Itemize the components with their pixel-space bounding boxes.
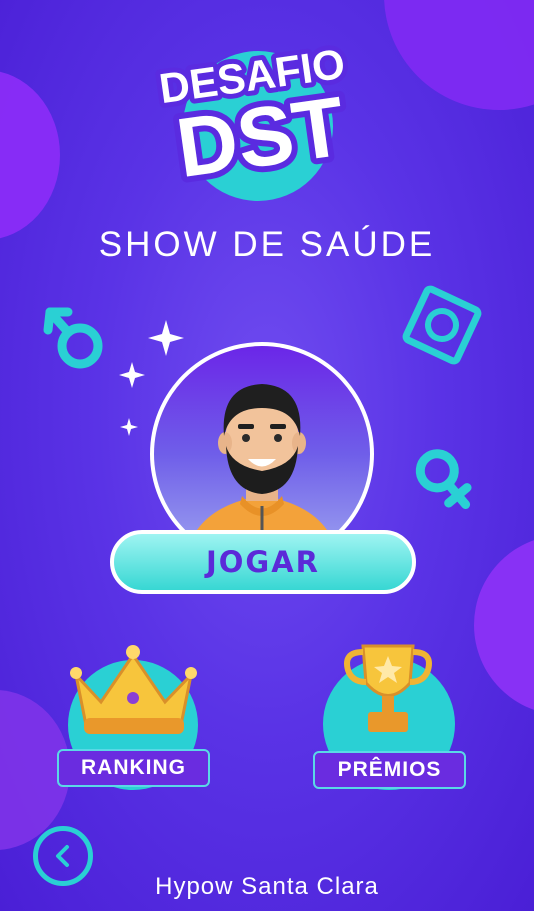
- prizes-button[interactable]: PRÊMIOS: [313, 751, 466, 789]
- ranking-button[interactable]: RANKING: [57, 749, 210, 787]
- female-symbol-icon: [415, 449, 472, 510]
- page-title: SHOW DE SAÚDE: [98, 225, 436, 264]
- decor-blob-left: [0, 70, 60, 240]
- footer-credit: Hypow Santa Clara: [155, 873, 379, 900]
- crown-icon[interactable]: [66, 640, 201, 740]
- trophy-icon[interactable]: [338, 638, 438, 743]
- decor-blob-right: [474, 535, 534, 715]
- play-button[interactable]: JOGAR: [110, 530, 416, 594]
- game-home-screen: DESAFIO DESAFIO DST DST SHOW DE SAÚDE JO…: [0, 0, 534, 911]
- condom-package-icon: [402, 285, 482, 365]
- chevron-left-icon: [56, 845, 69, 867]
- desafio-dst-logo: DESAFIO DESAFIO DST DST: [151, 35, 356, 201]
- decor-blob-top-right: [384, 0, 534, 110]
- male-symbol-icon: [43, 307, 103, 369]
